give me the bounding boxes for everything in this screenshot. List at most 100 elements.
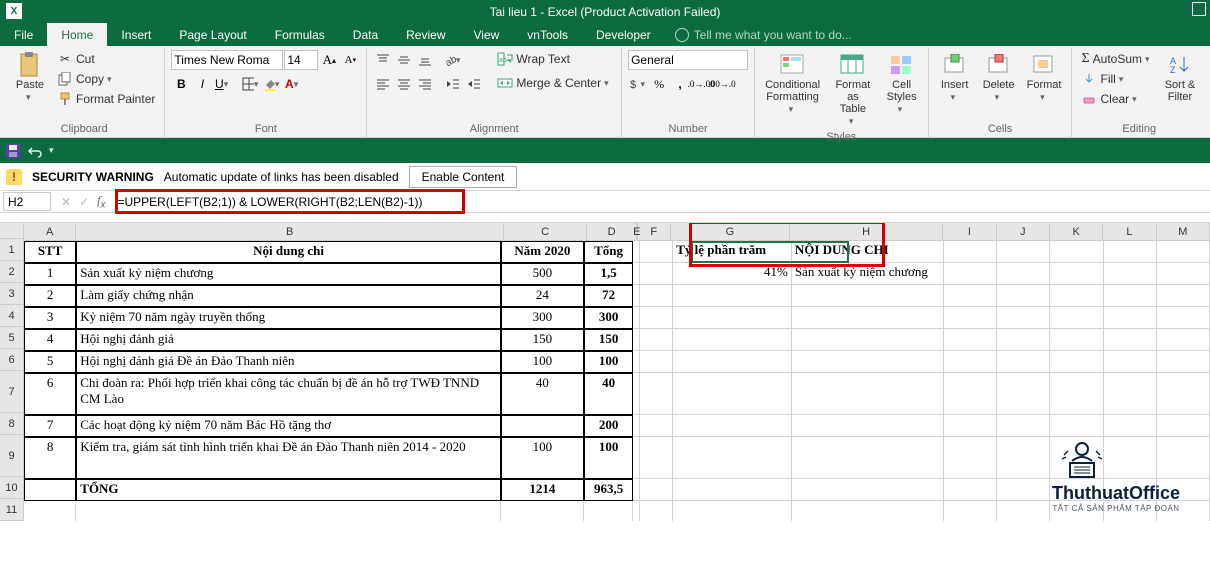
cell[interactable] — [997, 263, 1050, 285]
align-right-button[interactable] — [415, 74, 435, 94]
cell[interactable] — [997, 241, 1050, 263]
cell[interactable] — [997, 307, 1050, 329]
merge-center-button[interactable]: Merge & Center▾ — [494, 74, 615, 92]
cell[interactable]: 4 — [24, 329, 76, 351]
cell[interactable] — [792, 285, 944, 307]
tab-file[interactable]: File — [0, 23, 47, 46]
cell[interactable]: 150 — [584, 329, 633, 351]
increase-indent-button[interactable] — [464, 74, 484, 94]
fx-icon[interactable]: fx — [97, 193, 105, 210]
name-box[interactable] — [3, 192, 51, 211]
row-8[interactable]: 8 — [0, 413, 24, 435]
cell[interactable] — [1050, 307, 1103, 329]
cell[interactable]: 7 — [24, 415, 76, 437]
row-6[interactable]: 6 — [0, 349, 24, 371]
font-name-select[interactable] — [171, 50, 283, 70]
accounting-button[interactable]: $▾ — [628, 74, 648, 94]
cell[interactable]: Làm giấy chứng nhận — [76, 285, 501, 307]
cell[interactable] — [1050, 329, 1103, 351]
cell[interactable] — [584, 501, 633, 521]
cell[interactable]: 6 — [24, 373, 76, 415]
col-G[interactable]: G — [671, 223, 790, 241]
row-9[interactable]: 9 — [0, 435, 24, 477]
row-5[interactable]: 5 — [0, 327, 24, 349]
cell[interactable] — [633, 415, 640, 437]
row-3[interactable]: 3 — [0, 283, 24, 305]
cell[interactable]: 3 — [24, 307, 76, 329]
cell[interactable]: 100 — [584, 437, 633, 479]
fill-button[interactable]: Fill▾ — [1078, 70, 1156, 88]
cell[interactable] — [944, 307, 997, 329]
col-I[interactable]: I — [943, 223, 996, 241]
row-2[interactable]: 2 — [0, 261, 24, 283]
cell[interactable] — [640, 285, 673, 307]
enable-content-button[interactable]: Enable Content — [409, 166, 518, 188]
cell[interactable]: 300 — [584, 307, 633, 329]
sort-filter-button[interactable]: AZ Sort & Filter — [1160, 50, 1200, 105]
cell[interactable] — [997, 351, 1050, 373]
cell[interactable] — [997, 373, 1050, 415]
col-L[interactable]: L — [1103, 223, 1156, 241]
cell[interactable] — [1050, 241, 1103, 263]
cell[interactable] — [673, 351, 792, 373]
cell[interactable]: 150 — [501, 329, 584, 351]
cell[interactable]: Kỷ niệm 70 năm ngày truyền thống — [76, 307, 501, 329]
cell[interactable]: 100 — [501, 437, 584, 479]
cell[interactable]: 72 — [584, 285, 633, 307]
cell[interactable] — [633, 307, 640, 329]
save-button[interactable] — [5, 143, 21, 159]
col-H[interactable]: H — [790, 223, 943, 241]
cell[interactable]: Sản xuất kỷ niệm chương — [792, 263, 944, 285]
format-painter-button[interactable]: Format Painter — [54, 90, 158, 108]
cell[interactable] — [1104, 351, 1157, 373]
tab-review[interactable]: Review — [392, 23, 459, 46]
cell[interactable] — [944, 415, 997, 437]
cell[interactable]: 2 — [24, 285, 76, 307]
cell[interactable] — [1157, 241, 1210, 263]
cell[interactable]: NỘI DUNG CHI — [792, 241, 944, 263]
cell[interactable] — [1157, 263, 1210, 285]
cell[interactable] — [792, 437, 944, 479]
cell[interactable] — [1157, 415, 1210, 437]
cell[interactable] — [944, 479, 997, 501]
tab-home[interactable]: Home — [47, 23, 107, 46]
cell[interactable] — [640, 437, 673, 479]
row-4[interactable]: 4 — [0, 305, 24, 327]
cell[interactable] — [673, 285, 792, 307]
tab-formulas[interactable]: Formulas — [261, 23, 339, 46]
cell[interactable] — [1157, 373, 1210, 415]
cell[interactable]: STT — [24, 241, 76, 263]
cell[interactable] — [673, 307, 792, 329]
cell[interactable]: 24 — [501, 285, 584, 307]
cell[interactable]: TỔNG — [76, 479, 501, 501]
cell-styles-button[interactable]: Cell Styles▾ — [882, 50, 922, 117]
align-bottom-button[interactable] — [415, 50, 435, 70]
cell[interactable] — [792, 329, 944, 351]
clear-button[interactable]: Clear▾ — [1078, 90, 1156, 108]
cell[interactable] — [1050, 415, 1103, 437]
col-K[interactable]: K — [1050, 223, 1103, 241]
italic-button[interactable]: I — [192, 74, 212, 94]
cell[interactable] — [1104, 415, 1157, 437]
fill-color-button[interactable]: ▾ — [262, 74, 282, 94]
cell[interactable]: 200 — [584, 415, 633, 437]
cell[interactable]: Hội nghị đánh giá Đề án Đảo Thanh niên — [76, 351, 501, 373]
cell[interactable] — [1050, 285, 1103, 307]
cell[interactable] — [24, 501, 76, 521]
align-left-button[interactable] — [373, 74, 393, 94]
decrease-decimal-button[interactable]: .00→.0 — [712, 74, 732, 94]
cell[interactable]: 963,5 — [584, 479, 633, 501]
cell[interactable] — [640, 415, 673, 437]
tab-insert[interactable]: Insert — [107, 23, 165, 46]
cell[interactable] — [673, 373, 792, 415]
cell[interactable] — [640, 263, 673, 285]
tab-data[interactable]: Data — [339, 23, 392, 46]
cell[interactable] — [673, 501, 792, 521]
cell[interactable]: 100 — [584, 351, 633, 373]
col-B[interactable]: B — [76, 223, 504, 241]
tell-me[interactable]: Tell me what you want to do... — [665, 23, 862, 46]
cell[interactable] — [633, 263, 640, 285]
cell[interactable] — [640, 241, 673, 263]
cell[interactable] — [501, 415, 584, 437]
row-1[interactable]: 1 — [0, 239, 24, 261]
